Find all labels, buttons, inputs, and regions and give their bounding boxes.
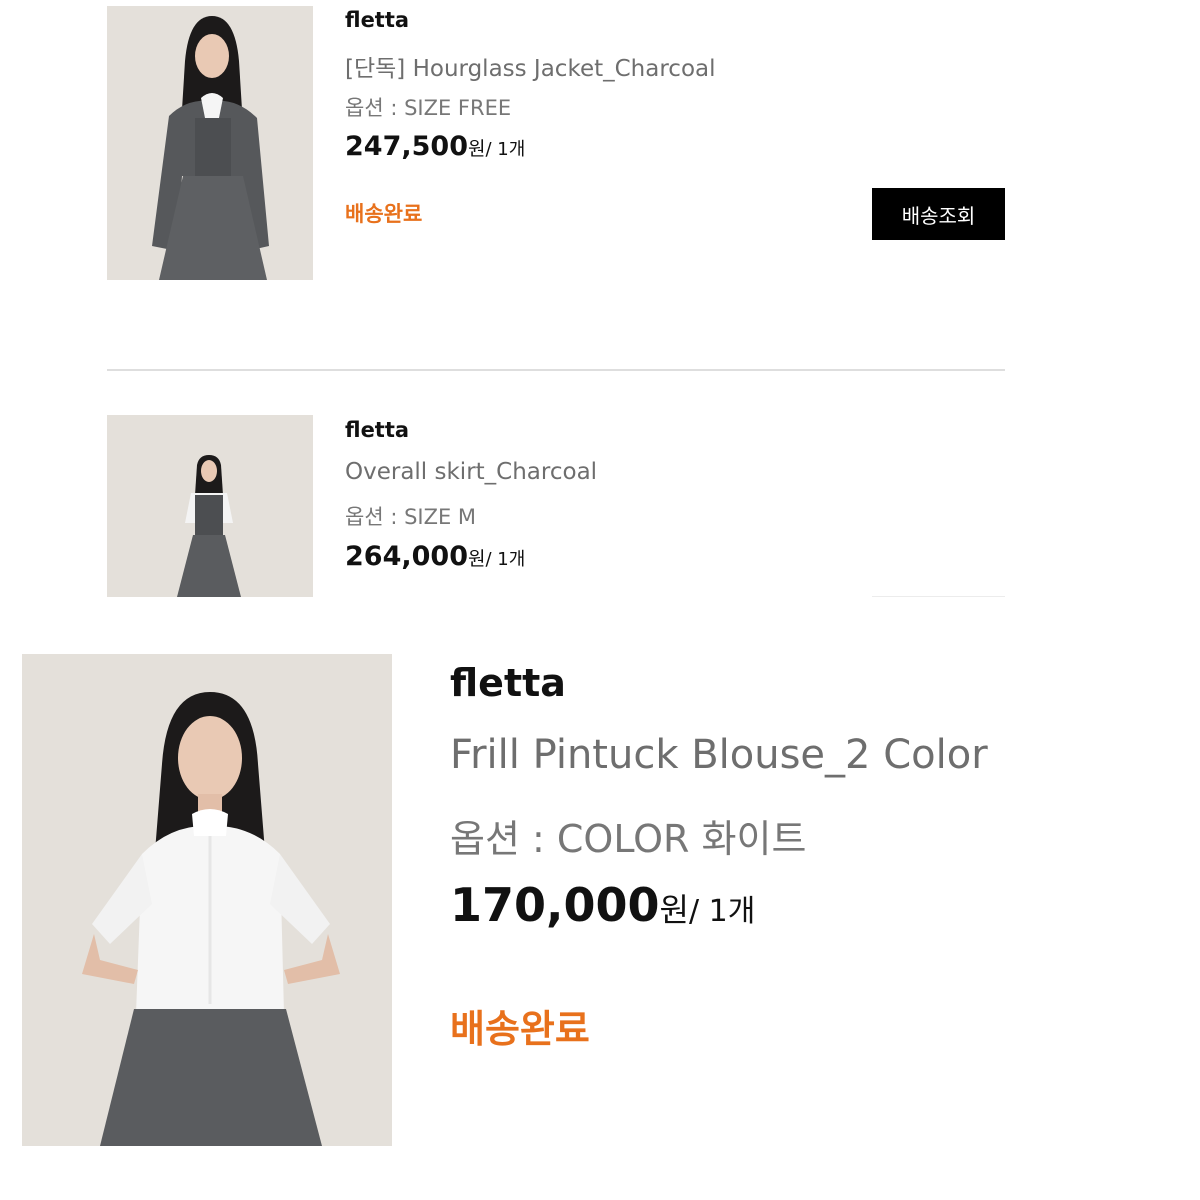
- product-option: 옵션 : COLOR 화이트: [450, 817, 807, 861]
- order-divider: [107, 369, 1005, 371]
- product-name[interactable]: [단독] Hourglass Jacket_Charcoal: [345, 49, 716, 83]
- brand-name: fletta: [345, 8, 410, 32]
- quantity: / 1개: [485, 549, 526, 570]
- brand-name: fletta: [450, 661, 566, 705]
- product-name[interactable]: Overall skirt_Charcoal: [345, 459, 597, 485]
- price-unit: 원: [467, 138, 486, 160]
- price-amount: 170,000: [450, 878, 660, 932]
- quantity: / 1개: [485, 139, 526, 160]
- product-option: 옵션 : SIZE FREE: [345, 96, 512, 120]
- product-price: 247,500원/ 1개: [345, 131, 525, 162]
- product-price: 170,000원/ 1개: [450, 878, 755, 932]
- product-name[interactable]: Frill Pintuck Blouse_2 Color: [450, 732, 988, 778]
- brand-name: fletta: [345, 418, 410, 442]
- price-amount: 264,000: [345, 541, 468, 572]
- product-price: 264,000원/ 1개: [345, 541, 525, 572]
- price-unit: 원: [467, 548, 486, 570]
- track-delivery-button[interactable]: 배송조회: [872, 188, 1005, 240]
- quantity: / 1개: [688, 894, 756, 929]
- price-unit: 원: [659, 891, 689, 929]
- product-thumbnail-jacket[interactable]: [107, 6, 313, 280]
- delivery-status: 배송완료: [450, 1007, 590, 1051]
- price-amount: 247,500: [345, 131, 468, 162]
- product-thumbnail-blouse[interactable]: [22, 654, 392, 1146]
- product-thumbnail-skirt[interactable]: [107, 415, 313, 597]
- order-divider: [872, 596, 1005, 597]
- product-option: 옵션 : SIZE M: [345, 505, 477, 529]
- delivery-status: 배송완료: [345, 202, 423, 226]
